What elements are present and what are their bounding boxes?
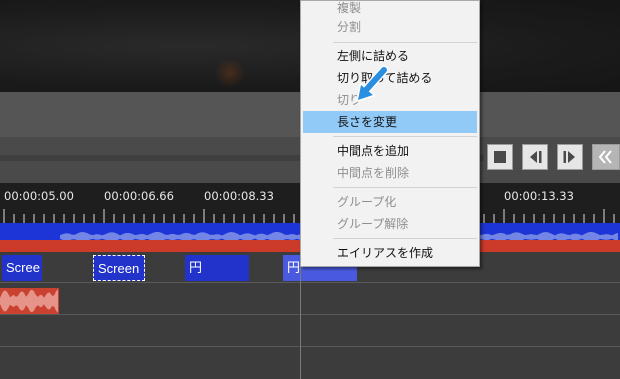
- menu-item-cut-ripple[interactable]: 切り取って詰める: [303, 67, 477, 89]
- timeline-track-row: [0, 283, 620, 315]
- step-forward-button[interactable]: [557, 144, 583, 170]
- audio-clip[interactable]: [0, 288, 59, 314]
- timeline-clip-selected[interactable]: Screen: [93, 255, 145, 281]
- clip-label: Screen: [98, 261, 140, 276]
- menu-item-group[interactable]: グループ化: [303, 191, 477, 213]
- timeline-clip[interactable]: 円: [185, 255, 249, 281]
- clip-label: 円: [189, 260, 203, 275]
- stop-button[interactable]: [487, 144, 513, 170]
- step-back-icon: [527, 149, 543, 165]
- menu-separator: [333, 42, 477, 43]
- menu-item-add-midpoint[interactable]: 中間点を追加: [303, 140, 477, 162]
- context-menu: 複製 分割 左側に詰める 切り取って詰める 切り 長さを変更 中間点を追加 中間…: [300, 0, 480, 267]
- stop-icon: [493, 150, 507, 164]
- menu-separator: [333, 238, 477, 239]
- menu-item-cut[interactable]: 切り: [303, 89, 477, 111]
- timeline-track-row: [0, 347, 620, 379]
- menu-item-ungroup[interactable]: グループ解除: [303, 213, 477, 235]
- rewind-icon: [597, 150, 615, 164]
- rewind-button[interactable]: [592, 144, 620, 170]
- step-forward-icon: [562, 149, 578, 165]
- blue-arrow-cursor-icon: [352, 65, 389, 106]
- menu-item-split[interactable]: 分割: [303, 16, 477, 38]
- step-back-button[interactable]: [522, 144, 548, 170]
- menu-item-change-length[interactable]: 長さを変更: [303, 111, 477, 133]
- audio-clip-waveform: [0, 289, 58, 313]
- timeline-track-row: [0, 315, 620, 347]
- menu-separator: [333, 187, 477, 188]
- clip-label: Scree: [6, 260, 40, 275]
- menu-item-remove-midpoint[interactable]: 中間点を削除: [303, 162, 477, 184]
- timeline-clip[interactable]: Scree: [2, 255, 42, 281]
- menu-separator: [333, 136, 477, 137]
- menu-item-ripple-left[interactable]: 左側に詰める: [303, 45, 477, 67]
- menu-item-create-alias[interactable]: エイリアスを作成: [303, 242, 477, 264]
- clip-label: 円: [287, 260, 301, 275]
